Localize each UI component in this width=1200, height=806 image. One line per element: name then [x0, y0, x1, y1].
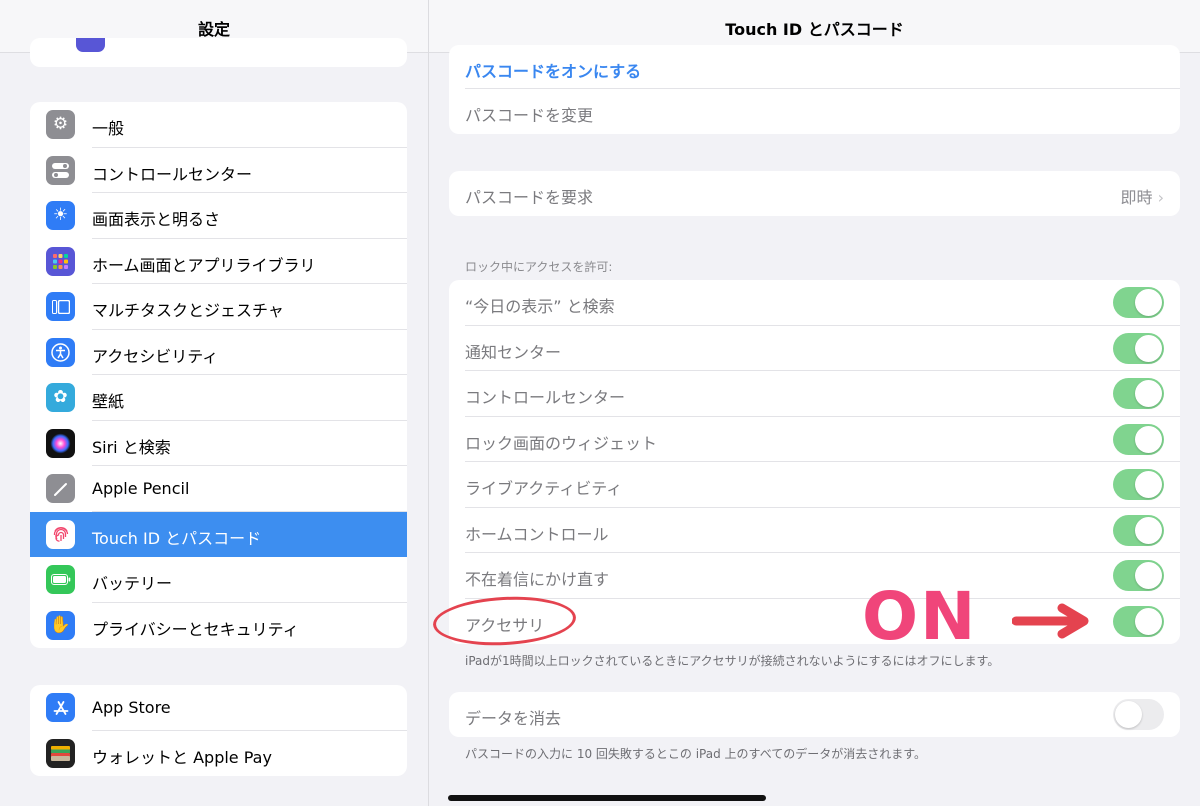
siri-icon	[46, 428, 75, 458]
sidebar-item-accessibility[interactable]: アクセシビリティ	[30, 330, 407, 375]
toggle-label: コントロールセンター	[465, 388, 626, 407]
today-view-toggle[interactable]	[1113, 287, 1164, 318]
sidebar-item-privacy[interactable]: ✋ プライバシーとセキュリティ	[30, 603, 407, 649]
lock-screen-widgets-toggle[interactable]	[1113, 423, 1164, 455]
passcode-card: パスコードをオンにする パスコードを変更	[449, 45, 1180, 134]
sidebar-item-app-store[interactable]: App Store	[30, 685, 407, 731]
erase-data-card: データを消去	[449, 692, 1180, 737]
toggle-row[interactable]: 不在着信にかけ直す	[449, 553, 1180, 599]
accessories-toggle[interactable]	[1113, 605, 1164, 637]
multitask-icon	[46, 292, 75, 321]
page-title: Touch ID とパスコード	[725, 20, 904, 39]
sidebar-item-general[interactable]: ⚙ 一般	[30, 102, 407, 148]
toggle-label: 通知センター	[465, 342, 562, 362]
toggle-label: 不在着信にかけ直す	[465, 570, 610, 589]
sidebar-group-store: App Store ウォレットと Apple Pay	[30, 685, 407, 776]
sidebar-item-wallpaper[interactable]: ✿ 壁紙	[30, 375, 407, 421]
accessibility-icon	[46, 337, 75, 367]
on-annotation-text: ON	[862, 578, 978, 655]
settings-sidebar: 設定 ⚙ 一般 コントロールセンター ☀ 画面表示と明るさ ホーム画面とアプリラ…	[0, 0, 429, 806]
toggle-row[interactable]: “今日の表示” と検索	[449, 280, 1180, 326]
sidebar-item-label: 画面表示と明るさ	[92, 210, 221, 229]
home-indicator	[448, 795, 766, 801]
require-passcode-card: パスコードを要求 即時 ›	[449, 171, 1180, 216]
app-grid-icon	[46, 246, 75, 276]
flower-icon: ✿	[46, 383, 75, 412]
sidebar-item-label: App Store	[92, 698, 171, 717]
sidebar-item-display[interactable]: ☀ 画面表示と明るさ	[30, 193, 407, 239]
fingerprint-icon	[46, 519, 75, 549]
change-passcode-label: パスコードを変更	[465, 106, 594, 125]
gear-icon: ⚙	[46, 110, 75, 139]
lock-access-header: ロック中にアクセスを許可:	[465, 260, 613, 274]
toggle-row[interactable]: 通知センター	[449, 326, 1180, 371]
require-passcode-label: パスコードを要求	[465, 188, 594, 207]
app-store-icon	[46, 693, 75, 722]
sidebar-item-apple-pencil[interactable]: Apple Pencil	[30, 466, 407, 512]
sidebar-item-siri[interactable]: Siri と検索	[30, 421, 407, 466]
sun-icon: ☀	[46, 201, 75, 230]
pencil-icon	[46, 474, 75, 503]
erase-data-label: データを消去	[465, 709, 562, 728]
sidebar-item-label: Touch ID とパスコード	[92, 528, 262, 548]
require-passcode-value: 即時 ›	[1120, 188, 1164, 207]
turn-passcode-on-link[interactable]: パスコードをオンにする	[465, 58, 641, 82]
erase-footnote: パスコードの入力に 10 回失敗するとこの iPad 上のすべてのデータが消去さ…	[465, 747, 927, 761]
control-center-toggle[interactable]	[1113, 378, 1164, 409]
notification-center-toggle[interactable]	[1113, 332, 1164, 364]
sidebar-item-label: プライバシーとセキュリティ	[92, 619, 299, 639]
return-missed-calls-toggle[interactable]	[1113, 560, 1164, 591]
sidebar-title: 設定	[197, 20, 230, 39]
sidebar-item-label: バッテリー	[92, 574, 173, 593]
sidebar-item-home-screen[interactable]: ホーム画面とアプリライブラリ	[30, 239, 407, 284]
partial-app-icon	[76, 38, 105, 52]
sidebar-item-label: Apple Pencil	[92, 479, 190, 498]
battery-icon	[46, 565, 75, 594]
sidebar-item-label: コントロールセンター	[92, 164, 253, 184]
sidebar-item-label: 壁紙	[92, 392, 125, 411]
toggle-row[interactable]: コントロールセンター	[449, 371, 1180, 417]
turn-passcode-on-row[interactable]: パスコードをオンにする	[449, 45, 1180, 89]
detail-pane: Touch ID とパスコード パスコードをオンにする パスコードを変更 パスコ…	[429, 0, 1200, 806]
sidebar-item-label: 一般	[92, 119, 125, 138]
erase-data-toggle[interactable]	[1113, 699, 1164, 730]
erase-data-row[interactable]: データを消去	[449, 692, 1180, 737]
sidebar-item-label: ホーム画面とアプリライブラリ	[92, 255, 316, 275]
sidebar-item-control-center[interactable]: コントロールセンター	[30, 148, 407, 193]
sidebar-item-multitasking[interactable]: マルチタスクとジェスチャ	[30, 284, 407, 330]
switches-icon	[46, 155, 75, 185]
wallet-icon	[46, 738, 75, 768]
toggle-label: “今日の表示” と検索	[465, 297, 615, 316]
home-control-toggle[interactable]	[1113, 514, 1164, 546]
toggle-label: ロック画面のウィジェット	[465, 433, 658, 453]
toggle-row[interactable]: ライブアクティビティ	[449, 462, 1180, 508]
chevron-right-icon: ›	[1157, 188, 1164, 207]
sidebar-item-label: ウォレットと Apple Pay	[92, 747, 272, 767]
require-passcode-row[interactable]: パスコードを要求 即時 ›	[449, 171, 1180, 216]
arrow-right-icon	[1012, 603, 1089, 639]
change-passcode-row[interactable]: パスコードを変更	[449, 89, 1180, 134]
live-activities-toggle[interactable]	[1113, 469, 1164, 500]
sidebar-item-label: マルチタスクとジェスチャ	[92, 301, 284, 320]
sidebar-item-battery[interactable]: バッテリー	[30, 557, 407, 603]
sidebar-group-scrolled	[30, 38, 407, 67]
hand-icon: ✋	[46, 610, 75, 640]
sidebar-item-touch-id[interactable]: Touch ID とパスコード	[30, 511, 407, 557]
lock-access-card: “今日の表示” と検索 通知センター コントロールセンター ロック画面のウィジェ…	[449, 280, 1180, 644]
sidebar-item-label: アクセシビリティ	[92, 346, 219, 366]
toggle-label: ライブアクティビティ	[465, 479, 623, 498]
toggle-row[interactable]: ロック画面のウィジェット	[449, 417, 1180, 462]
sidebar-item-wallet[interactable]: ウォレットと Apple Pay	[30, 731, 407, 777]
sidebar-item-label: Siri と検索	[92, 437, 171, 457]
toggle-row[interactable]: ホームコントロール	[449, 508, 1180, 553]
sidebar-group-main: ⚙ 一般 コントロールセンター ☀ 画面表示と明るさ ホーム画面とアプリライブラ…	[30, 102, 407, 648]
toggle-label: ホームコントロール	[465, 524, 609, 544]
